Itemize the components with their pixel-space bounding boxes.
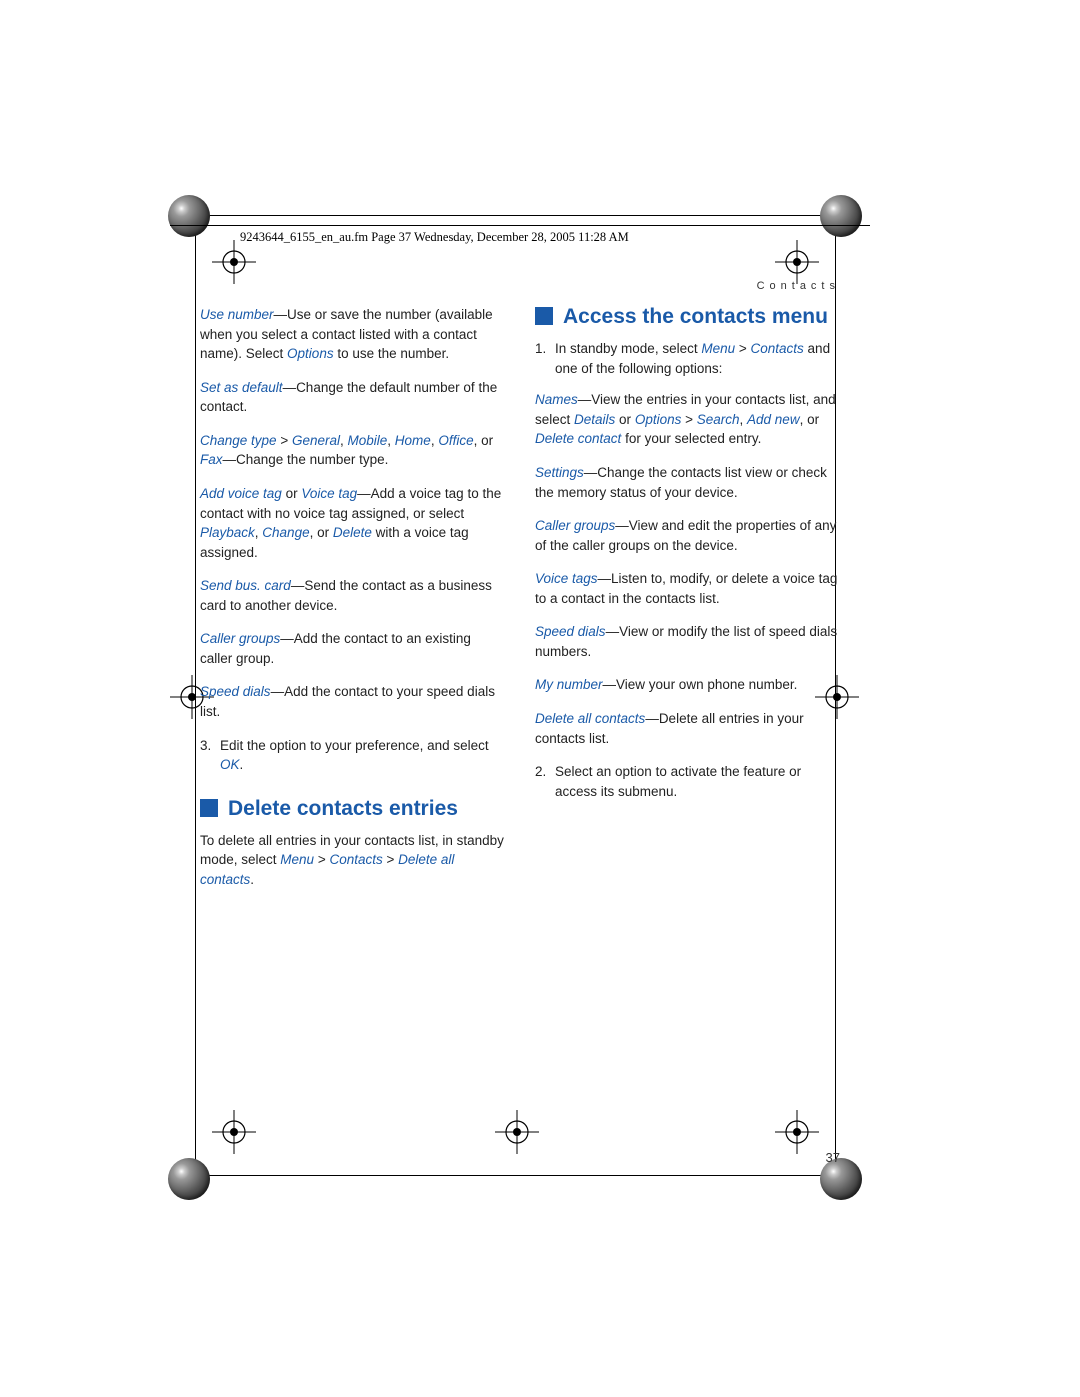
- step-1: 1. In standby mode, select Menu > Contac…: [535, 339, 840, 378]
- page-content: 9243644_6155_en_au.fm Page 37 Wednesday,…: [170, 195, 870, 1195]
- option-send-bus-card: Send bus. card—Send the contact as a bus…: [200, 576, 505, 615]
- option-use-number: Use number—Use or save the number (avail…: [200, 305, 505, 364]
- option-set-as-default: Set as default—Change the default number…: [200, 378, 505, 417]
- option-speed-dials: Speed dials—Add the contact to your spee…: [200, 682, 505, 721]
- option-speed-dials: Speed dials—View or modify the list of s…: [535, 622, 840, 661]
- delete-contacts-paragraph: To delete all entries in your contacts l…: [200, 831, 505, 890]
- option-caller-groups: Caller groups—View and edit the properti…: [535, 516, 840, 555]
- option-delete-all-contacts: Delete all contacts—Delete all entries i…: [535, 709, 840, 748]
- heading-access-contacts-menu: Access the contacts menu: [535, 305, 840, 329]
- option-add-voice-tag: Add voice tag or Voice tag—Add a voice t…: [200, 484, 505, 562]
- option-change-type: Change type > General, Mobile, Home, Off…: [200, 431, 505, 470]
- step-3: 3. Edit the option to your preference, a…: [200, 736, 505, 775]
- right-column: Access the contacts menu 1. In standby m…: [535, 305, 840, 904]
- section-label: Contacts: [757, 280, 840, 292]
- header-text: 9243644_6155_en_au.fm Page 37 Wednesday,…: [240, 230, 629, 245]
- option-caller-groups: Caller groups—Add the contact to an exis…: [200, 629, 505, 668]
- left-column: Use number—Use or save the number (avail…: [200, 305, 505, 904]
- option-voice-tags: Voice tags—Listen to, modify, or delete …: [535, 569, 840, 608]
- option-my-number: My number—View your own phone number.: [535, 675, 840, 695]
- option-names: Names—View the entries in your contacts …: [535, 390, 840, 449]
- header-rule: [170, 225, 870, 226]
- option-settings: Settings—Change the contacts list view o…: [535, 463, 840, 502]
- step-2: 2. Select an option to activate the feat…: [535, 762, 840, 801]
- page-number: 37: [826, 1150, 840, 1165]
- heading-delete-contacts-entries: Delete contacts entries: [200, 797, 505, 821]
